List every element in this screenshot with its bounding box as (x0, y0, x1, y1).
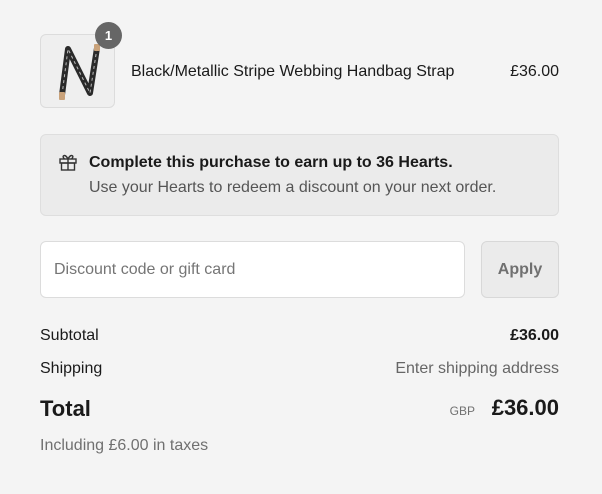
total-label: Total (40, 396, 91, 421)
subtotal-value: £36.00 (510, 327, 559, 344)
shipping-label: Shipping (40, 360, 103, 377)
gift-icon (59, 154, 77, 171)
apply-discount-button[interactable]: Apply (481, 241, 559, 298)
order-summary: 1 Black/Metallic Stripe Webbing Handbag … (0, 0, 602, 494)
taxes-note: Including £6.00 in taxes (40, 437, 209, 454)
discount-code-input[interactable] (40, 241, 465, 298)
product-price: £36.00 (510, 63, 559, 80)
quantity-badge: 1 (95, 22, 122, 49)
product-name: Black/Metallic Stripe Webbing Handbag St… (131, 63, 455, 80)
hearts-banner: Complete this purchase to earn up to 36 … (40, 134, 559, 216)
hearts-subtitle: Use your Hearts to redeem a discount on … (89, 179, 497, 196)
subtotal-label: Subtotal (40, 327, 99, 344)
total-value: £36.00 (491, 395, 559, 420)
hearts-title: Complete this purchase to earn up to 36 … (89, 154, 453, 171)
currency-code: GBP (449, 404, 475, 418)
shipping-value: Enter shipping address (395, 360, 559, 377)
line-item: 1 Black/Metallic Stripe Webbing Handbag … (40, 22, 559, 109)
